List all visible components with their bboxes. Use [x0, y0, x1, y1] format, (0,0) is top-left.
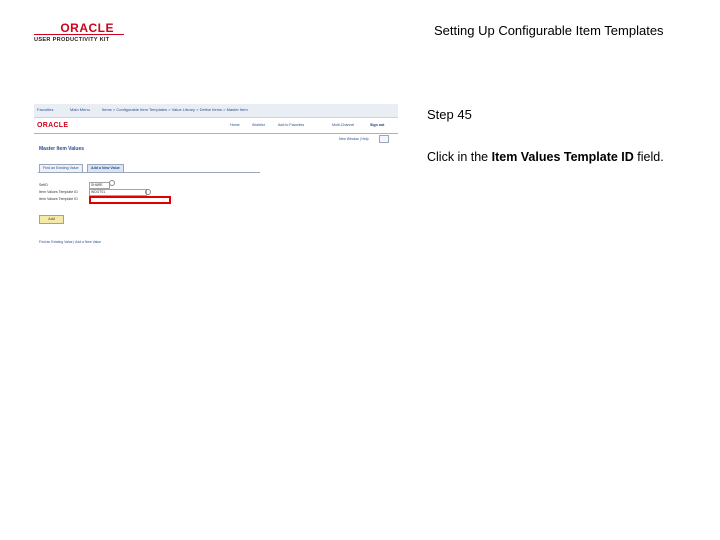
nav-home[interactable]: Home: [230, 123, 240, 127]
header-divider: [34, 133, 398, 134]
application-screenshot: Favorites Main Menu Items > Configurable…: [34, 104, 398, 254]
instruction-suffix: field.: [633, 150, 664, 164]
oracle-upk-logo: ORACLE USER PRODUCTIVITY KIT: [34, 22, 124, 43]
document-title: Setting Up Configurable Item Templates: [434, 23, 664, 38]
breadcrumb-path[interactable]: Items > Configurable Item Templates > Va…: [102, 107, 248, 112]
app-oracle-logo: ORACLE: [37, 122, 69, 129]
footer-links[interactable]: Find an Existing Value | Add a New Value: [39, 240, 101, 244]
setid-input[interactable]: SHARE: [89, 182, 110, 189]
new-window-help-links[interactable]: New Window | Help: [339, 137, 369, 141]
top-breadcrumb-bar: Favorites Main Menu Items > Configurable…: [34, 104, 398, 118]
setid-label: SetID: [39, 183, 48, 187]
tab-add-new-value[interactable]: Add a New Value: [87, 164, 124, 172]
tab-underline: [38, 172, 260, 173]
template-id-input[interactable]: WDGT01: [89, 189, 147, 196]
item-values-template-id-label: Item Values Template ID: [39, 197, 78, 201]
nav-worklist[interactable]: Worklist: [252, 123, 265, 127]
upk-logo-text: USER PRODUCTIVITY KIT: [34, 37, 110, 43]
instruction-prefix: Click in the: [427, 150, 492, 164]
breadcrumb-main-menu[interactable]: Main Menu: [70, 107, 90, 112]
setid-lookup-icon[interactable]: [109, 180, 115, 186]
nav-multi-channel[interactable]: Multi-Channel: [332, 123, 354, 127]
instruction-field-name: Item Values Template ID: [491, 150, 634, 164]
page-title: Master Item Values: [39, 146, 85, 152]
nav-sign-out[interactable]: Sign out: [370, 123, 384, 127]
add-button[interactable]: Add: [39, 215, 64, 224]
template-id-lookup-icon[interactable]: [145, 189, 151, 195]
template-id-label: Item Values Template ID: [39, 190, 78, 194]
target-field-highlight: [89, 196, 171, 204]
oracle-logo-text: ORACLE: [34, 22, 124, 35]
step-instruction: Click in the Item Values Template ID fie…: [427, 149, 677, 166]
nav-add-to-favorites[interactable]: Add to Favorites: [278, 123, 304, 127]
breadcrumb-favorites[interactable]: Favorites: [37, 107, 53, 112]
step-number: Step 45: [427, 107, 472, 122]
help-icon[interactable]: [379, 135, 389, 143]
tab-find-existing-value[interactable]: Find an Existing Value: [39, 164, 83, 172]
